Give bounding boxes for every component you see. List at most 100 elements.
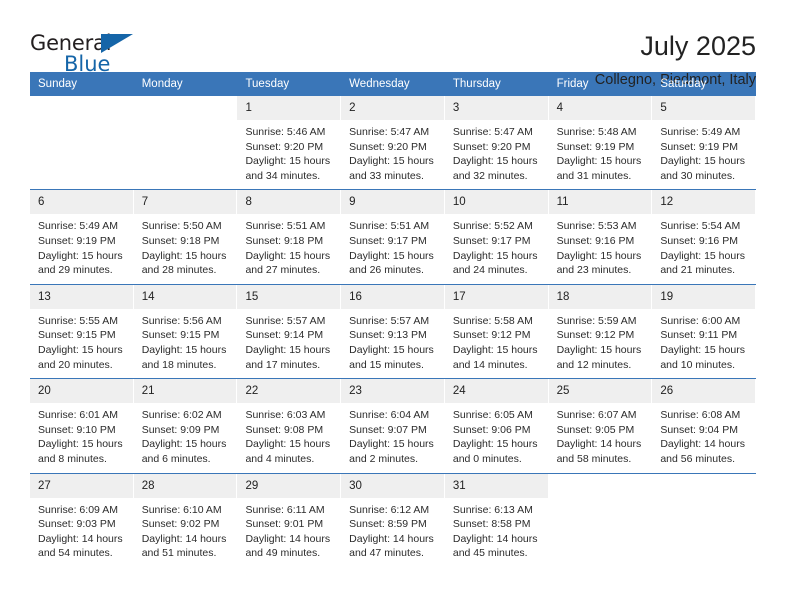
logo-text-blue: Blue	[64, 52, 111, 76]
day-cell-29[interactable]: 29 Sunrise: 6:11 AM Sunset: 9:01 PM Dayligh…	[237, 473, 342, 567]
day-cell-8[interactable]: 8 Sunrise: 5:51 AM Sunset: 9:18 PM Daylight…	[237, 190, 342, 284]
sunset-text: Sunset: 9:04 PM	[660, 423, 738, 436]
day-sun-info: Sunrise: 6:09 AM Sunset: 9:03 PM Daylight:…	[30, 498, 134, 561]
day-number: 3	[444, 96, 549, 120]
sunset-text: Sunset: 9:18 PM	[141, 234, 220, 247]
calendar-week-row: 6 Sunrise: 5:49 AM Sunset: 9:19 PM Daylight…	[30, 189, 757, 284]
weekday-header-saturday: Saturday	[660, 78, 707, 90]
daylight-text: Daylight: 15 hours and 4 minutes.	[245, 438, 331, 465]
day-number	[548, 473, 653, 498]
sunset-text: Sunset: 9:19 PM	[660, 140, 738, 153]
day-number: 9	[341, 190, 445, 215]
sunrise-text: Sunrise: 6:07 AM	[556, 409, 637, 422]
day-cell-28[interactable]: 28 Sunrise: 6:10 AM Sunset: 9:02 PM Dayligh…	[133, 473, 238, 567]
daylight-text: Daylight: 15 hours and 31 minutes.	[556, 155, 642, 182]
day-cell-7[interactable]: 7 Sunrise: 5:50 AM Sunset: 9:18 PM Daylight…	[133, 190, 238, 284]
sunrise-text: Sunrise: 5:55 AM	[38, 314, 118, 327]
daylight-text: Daylight: 15 hours and 0 minutes.	[452, 438, 538, 465]
sunrise-text: Sunrise: 5:49 AM	[660, 126, 741, 138]
day-cell-19[interactable]: 19 Sunrise: 6:00 AM Sunset: 9:11 PM Dayligh…	[652, 284, 757, 379]
calendar-page: General Blue July 2025 Collegno, Piedmon…	[0, 0, 792, 612]
day-sun-info: Sunrise: 5:56 AM Sunset: 9:15 PM Daylight:…	[134, 309, 238, 372]
sunset-text: Sunset: 9:16 PM	[660, 234, 738, 247]
calendar-week-row: 1 Sunrise: 5:46 AM Sunset: 9:20 PM Daylight…	[30, 96, 757, 190]
day-number: 19	[652, 284, 757, 309]
sunset-text: Sunset: 9:15 PM	[141, 329, 220, 342]
day-cell-30[interactable]: 30 Sunrise: 6:12 AM Sunset: 8:59 PM Dayligh…	[341, 473, 445, 567]
day-sun-info: Sunrise: 6:05 AM Sunset: 9:06 PM Daylight:…	[445, 403, 549, 466]
day-cell-27[interactable]: 27 Sunrise: 6:09 AM Sunset: 9:03 PM Dayligh…	[30, 473, 134, 567]
day-cell-18[interactable]: 18 Sunrise: 5:59 AM Sunset: 9:12 PM Dayligh…	[548, 284, 653, 379]
sunrise-text: Sunrise: 5:57 AM	[245, 314, 326, 327]
day-cell-11[interactable]: 11 Sunrise: 5:53 AM Sunset: 9:16 PM Dayligh…	[548, 190, 653, 284]
day-number	[30, 96, 134, 120]
day-cell-17[interactable]: 17 Sunrise: 5:58 AM Sunset: 9:12 PM Dayligh…	[444, 284, 549, 379]
sunset-text: Sunset: 9:10 PM	[38, 423, 116, 436]
day-sun-info: Sunrise: 5:49 AM Sunset: 9:19 PM Daylight:…	[30, 214, 134, 277]
day-cell-6[interactable]: 6 Sunrise: 5:49 AM Sunset: 9:19 PM Daylight…	[30, 190, 134, 284]
sunrise-text: Sunrise: 5:48 AM	[556, 126, 637, 138]
day-number	[133, 96, 238, 120]
day-sun-info: Sunrise: 6:00 AM Sunset: 9:11 PM Daylight:…	[652, 309, 756, 372]
sunset-text: Sunset: 9:12 PM	[452, 329, 531, 342]
sunrise-text: Sunrise: 6:13 AM	[452, 503, 533, 516]
day-cell-10[interactable]: 10 Sunrise: 5:52 AM Sunset: 9:17 PM Dayligh…	[444, 190, 549, 284]
daylight-text: Daylight: 15 hours and 12 minutes.	[556, 343, 642, 371]
day-cell-26[interactable]: 26 Sunrise: 6:08 AM Sunset: 9:04 PM Dayligh…	[652, 379, 757, 473]
day-number: 29	[237, 473, 342, 498]
day-cell-1[interactable]: 1 Sunrise: 5:46 AM Sunset: 9:20 PM Daylight…	[237, 96, 342, 190]
day-cell-3[interactable]: 3 Sunrise: 5:47 AM Sunset: 9:20 PM Daylight…	[444, 96, 549, 190]
daylight-text: Daylight: 15 hours and 26 minutes.	[349, 249, 434, 277]
day-cell-31[interactable]: 31 Sunrise: 6:13 AM Sunset: 8:58 PM Dayligh…	[444, 473, 549, 567]
sunrise-text: Sunrise: 5:57 AM	[349, 314, 430, 327]
day-number: 28	[133, 473, 238, 498]
calendar-weeks: 1 Sunrise: 5:46 AM Sunset: 9:20 PM Daylight…	[30, 96, 757, 567]
calendar-week-row: 27 Sunrise: 6:09 AM Sunset: 9:03 PM Dayligh…	[30, 472, 757, 567]
day-cell-13[interactable]: 13 Sunrise: 5:55 AM Sunset: 9:15 PM Dayligh…	[30, 284, 134, 379]
day-cell-5[interactable]: 5 Sunrise: 5:49 AM Sunset: 9:19 PM Daylight…	[652, 96, 757, 190]
day-sun-info: Sunrise: 5:53 AM Sunset: 9:16 PM Daylight:…	[549, 214, 653, 277]
day-cell-9[interactable]: 9 Sunrise: 5:51 AM Sunset: 9:17 PM Daylight…	[341, 190, 445, 284]
day-cell-empty	[652, 473, 757, 567]
day-sun-info: Sunrise: 5:57 AM Sunset: 9:13 PM Daylight:…	[341, 309, 445, 372]
day-number: 22	[237, 379, 342, 404]
day-cell-4[interactable]: 4 Sunrise: 5:48 AM Sunset: 9:19 PM Daylight…	[548, 96, 653, 190]
day-cell-20[interactable]: 20 Sunrise: 6:01 AM Sunset: 9:10 PM Dayligh…	[30, 379, 134, 473]
general-blue-logo: General Blue	[30, 30, 150, 78]
day-number: 30	[341, 473, 445, 498]
weekday-header-wednesday: Wednesday	[349, 78, 410, 90]
day-sun-info: Sunrise: 5:49 AM Sunset: 9:19 PM Daylight:…	[652, 120, 756, 183]
daylight-text: Daylight: 14 hours and 54 minutes.	[38, 532, 123, 560]
sunset-text: Sunset: 9:20 PM	[349, 140, 427, 153]
day-cell-22[interactable]: 22 Sunrise: 6:03 AM Sunset: 9:08 PM Dayligh…	[237, 379, 342, 473]
day-cell-2[interactable]: 2 Sunrise: 5:47 AM Sunset: 9:20 PM Daylight…	[341, 96, 445, 190]
sunrise-text: Sunrise: 5:47 AM	[452, 126, 533, 138]
day-sun-info: Sunrise: 6:11 AM Sunset: 9:01 PM Daylight:…	[237, 498, 341, 561]
day-sun-info: Sunrise: 6:02 AM Sunset: 9:09 PM Daylight:…	[134, 403, 238, 466]
day-number: 27	[30, 473, 134, 498]
day-cell-14[interactable]: 14 Sunrise: 5:56 AM Sunset: 9:15 PM Dayligh…	[133, 284, 238, 379]
day-cell-24[interactable]: 24 Sunrise: 6:05 AM Sunset: 9:06 PM Dayligh…	[444, 379, 549, 473]
day-cell-23[interactable]: 23 Sunrise: 6:04 AM Sunset: 9:07 PM Dayligh…	[341, 379, 445, 473]
sunrise-text: Sunrise: 5:59 AM	[556, 314, 637, 327]
day-number: 25	[548, 379, 653, 404]
daylight-text: Daylight: 15 hours and 24 minutes.	[452, 249, 538, 277]
day-cell-15[interactable]: 15 Sunrise: 5:57 AM Sunset: 9:14 PM Dayligh…	[237, 284, 342, 379]
day-cell-21[interactable]: 21 Sunrise: 6:02 AM Sunset: 9:09 PM Dayligh…	[133, 379, 238, 473]
day-sun-info: Sunrise: 6:07 AM Sunset: 9:05 PM Daylight:…	[549, 403, 653, 466]
daylight-text: Daylight: 14 hours and 58 minutes.	[556, 438, 642, 465]
day-sun-info: Sunrise: 6:13 AM Sunset: 8:58 PM Daylight:…	[445, 498, 549, 561]
daylight-text: Daylight: 15 hours and 6 minutes.	[141, 438, 227, 465]
day-cell-25[interactable]: 25 Sunrise: 6:07 AM Sunset: 9:05 PM Dayligh…	[548, 379, 653, 473]
day-sun-info: Sunrise: 5:51 AM Sunset: 9:18 PM Daylight:…	[237, 214, 341, 277]
day-sun-info: Sunrise: 5:52 AM Sunset: 9:17 PM Daylight:…	[445, 214, 549, 277]
day-number: 20	[30, 379, 134, 404]
sunrise-text: Sunrise: 6:03 AM	[245, 409, 326, 422]
day-cell-empty	[548, 473, 653, 567]
day-cell-12[interactable]: 12 Sunrise: 5:54 AM Sunset: 9:16 PM Dayligh…	[652, 190, 757, 284]
day-number: 14	[133, 284, 238, 309]
day-cell-16[interactable]: 16 Sunrise: 5:57 AM Sunset: 9:13 PM Dayligh…	[341, 284, 445, 379]
sunset-text: Sunset: 9:06 PM	[452, 423, 531, 436]
sunrise-text: Sunrise: 6:08 AM	[660, 409, 741, 422]
logo-triangle-icon	[101, 34, 133, 53]
